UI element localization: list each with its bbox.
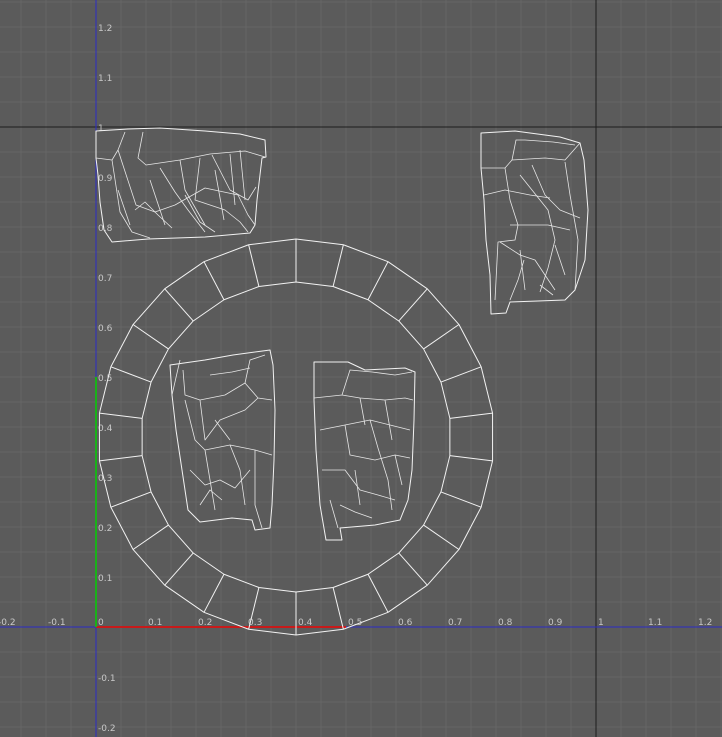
y-tick-label: 1.2 xyxy=(98,24,112,34)
y-tick-label: 0.1 xyxy=(98,574,112,584)
y-tick-label: -0.1 xyxy=(98,674,116,684)
ring-spoke xyxy=(248,244,260,287)
ring-spoke xyxy=(110,491,152,508)
y-tick-label: 0.9 xyxy=(98,174,113,184)
y-tick-label: 1 xyxy=(98,124,104,134)
x-tick-label: 1 xyxy=(598,618,604,628)
x-tick-label: 0.1 xyxy=(148,618,162,628)
y-tick-label: 0.6 xyxy=(98,324,113,334)
x-tick-label: -0.2 xyxy=(0,618,16,628)
ring-spoke xyxy=(132,324,169,350)
ring-spoke xyxy=(164,288,194,322)
ring-spoke xyxy=(110,366,152,383)
x-tick-label: 1.2 xyxy=(698,618,712,628)
ring-spoke xyxy=(423,324,460,350)
x-tick-label: 0.8 xyxy=(498,618,513,628)
x-tick-label: -0.1 xyxy=(48,618,66,628)
x-tick-label: 0 xyxy=(98,618,104,628)
y-tick-label: 0.2 xyxy=(98,524,112,534)
ring-spoke xyxy=(398,552,428,586)
ring-spoke xyxy=(332,244,344,287)
uv-shell-center-right[interactable] xyxy=(313,361,416,541)
x-tick-label: 0.9 xyxy=(548,618,563,628)
y-tick-label: 0.7 xyxy=(98,274,112,284)
x-tick-label: 0.4 xyxy=(298,618,313,628)
x-tick-label: 0.6 xyxy=(398,618,413,628)
uv-editor-viewport[interactable]: -0.2-0.100.10.20.30.40.50.60.70.80.911.1… xyxy=(0,0,722,737)
ring-spoke xyxy=(423,524,460,550)
ring-spoke xyxy=(440,366,482,383)
y-tick-label: 0.4 xyxy=(98,424,113,434)
uv-shell-top-right[interactable] xyxy=(480,130,589,315)
ring-spoke xyxy=(332,587,344,630)
x-tick-label: 0.2 xyxy=(198,618,212,628)
y-tick-label: -0.2 xyxy=(98,724,116,734)
y-tick-label: 0.5 xyxy=(98,374,112,384)
ring-spoke xyxy=(164,552,194,586)
ring-spoke xyxy=(440,491,482,508)
ring-spoke xyxy=(132,524,169,550)
y-tick-label: 1.1 xyxy=(98,74,112,84)
uv-canvas[interactable]: -0.2-0.100.10.20.30.40.50.60.70.80.911.1… xyxy=(0,0,722,737)
x-tick-label: 0.7 xyxy=(448,618,462,628)
x-tick-label: 1.1 xyxy=(648,618,662,628)
ring-spoke xyxy=(398,288,428,322)
